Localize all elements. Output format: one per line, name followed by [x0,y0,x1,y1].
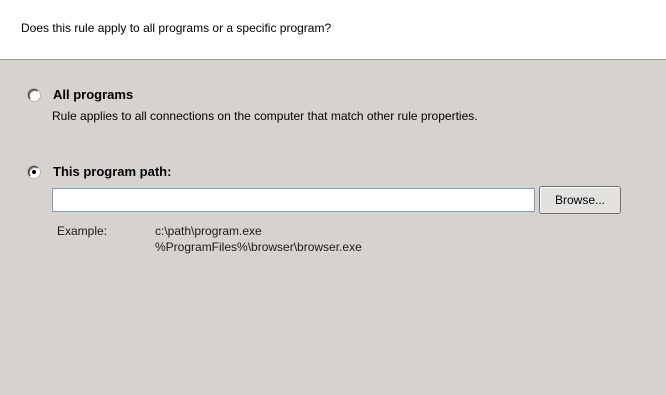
program-path-label[interactable]: This program path: [53,164,171,179]
program-path-input[interactable] [52,188,535,212]
program-rule-dialog: Does this rule apply to all programs or … [0,0,666,395]
all-programs-radio[interactable] [28,88,40,101]
program-path-radio[interactable] [28,165,40,178]
example-label: Example: [57,224,108,238]
dialog-header: Does this rule apply to all programs or … [0,0,666,60]
header-question: Does this rule apply to all programs or … [21,21,332,35]
all-programs-label[interactable]: All programs [53,87,133,102]
all-programs-description: Rule applies to all connections on the c… [52,109,478,123]
program-path-option[interactable]: This program path: [28,164,171,179]
example-path-1: c:\path\program.exe [155,224,262,238]
example-path-2: %ProgramFiles%\browser\browser.exe [155,240,362,254]
all-programs-option[interactable]: All programs [28,87,133,102]
browse-button[interactable]: Browse... [539,186,621,214]
dialog-body: All programs Rule applies to all connect… [0,60,666,395]
